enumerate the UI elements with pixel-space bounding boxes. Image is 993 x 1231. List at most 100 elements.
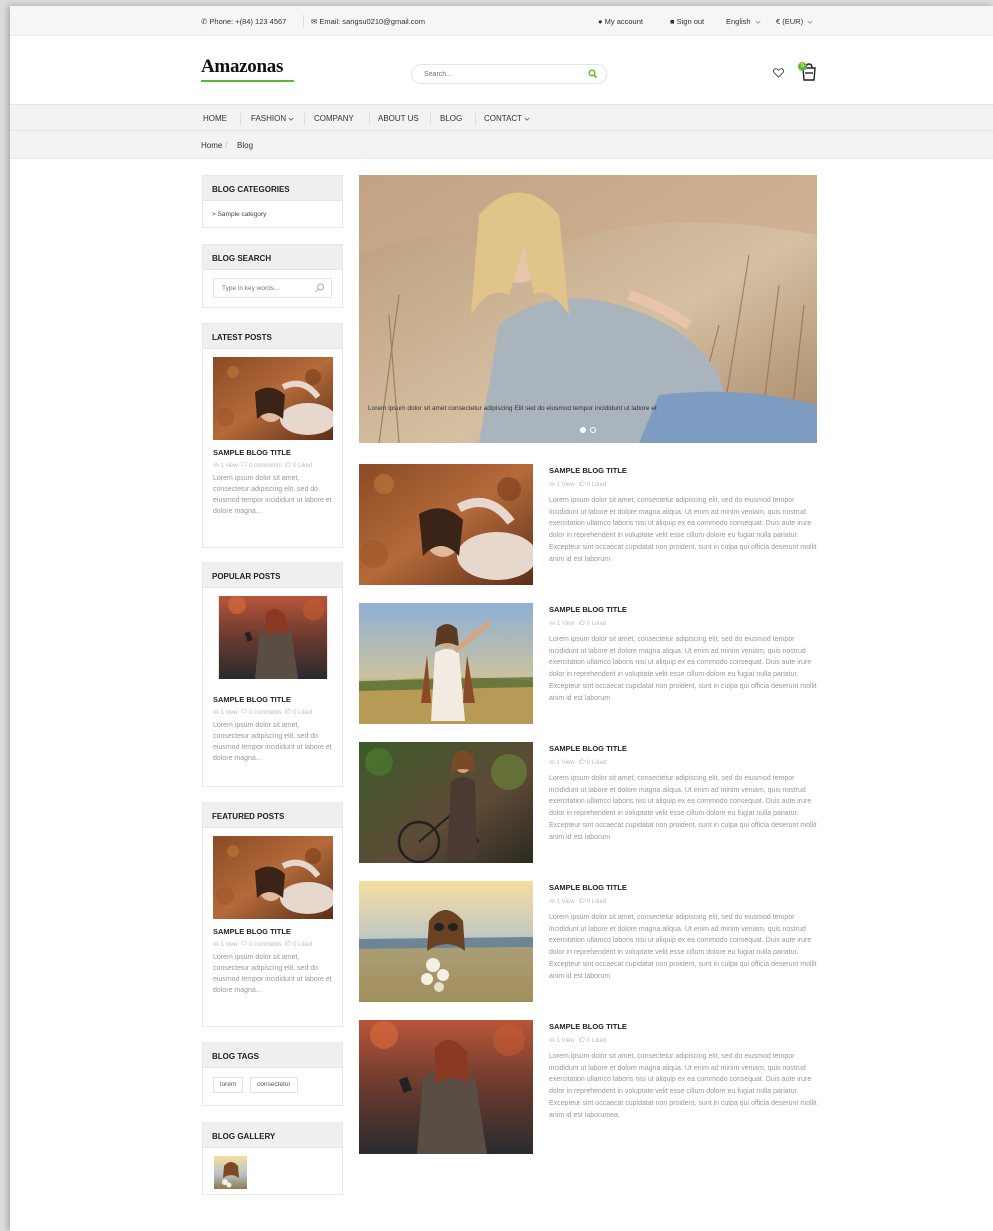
user-icon: ● — [598, 17, 603, 26]
likes-count: 0 Liked — [586, 760, 607, 766]
post-title[interactable]: SAMPLE BLOG TITLE — [213, 448, 291, 457]
views-count: 1 View — [556, 1038, 575, 1044]
post-excerpt: Lorem ipsum dolor sit amet, consectetur … — [549, 497, 817, 563]
popular-post-image[interactable] — [213, 596, 333, 679]
phone-contact[interactable]: ✆ Phone: +(84) 123 4567 — [201, 17, 286, 26]
post-image[interactable] — [359, 881, 533, 1002]
blog-search-input[interactable] — [222, 283, 312, 293]
post-title[interactable]: SAMPLE BLOG TITLE — [549, 466, 627, 475]
post-excerpt: Lorem ipsum dolor sit amet, consectetur … — [549, 775, 817, 841]
post-title[interactable]: SAMPLE BLOG TITLE — [549, 744, 627, 753]
thumb-icon — [579, 897, 585, 903]
language-label: English — [726, 17, 751, 26]
envelope-icon: ✉ — [311, 17, 318, 26]
eye-icon — [549, 760, 555, 764]
gallery-thumbnail[interactable] — [214, 1156, 247, 1189]
slider-caption: Lorem ipsum dolor sit amet consectetur a… — [368, 405, 657, 412]
language-selector[interactable]: English — [726, 17, 761, 26]
thumb-icon — [579, 758, 585, 764]
likes-count: 0 Liked — [586, 482, 607, 488]
eye-icon — [549, 1038, 555, 1042]
breadcrumb-home[interactable]: Home — [201, 141, 222, 150]
chevron-down-icon — [807, 20, 813, 24]
nav-about-us[interactable]: ABOUT US — [378, 114, 419, 123]
eye-icon — [549, 899, 555, 903]
featured-post-image[interactable] — [213, 836, 333, 919]
views-count: 1 View — [556, 899, 575, 905]
likes-count: 0 Liked — [586, 621, 607, 627]
nav-divider — [369, 113, 370, 125]
hero-slider-image[interactable] — [359, 175, 817, 443]
post-meta: 1 View 0 Liked — [549, 619, 606, 627]
category-link[interactable]: > Sample category — [212, 211, 266, 218]
views-count: 1 View — [556, 621, 575, 627]
currency-label: € (EUR) — [776, 17, 804, 26]
breadcrumb: Home / Blog — [10, 131, 993, 159]
views-count: 1 View — [556, 482, 575, 488]
phone-icon: ✆ — [201, 17, 208, 26]
post-title[interactable]: SAMPLE BLOG TITLE — [549, 1022, 627, 1031]
comment-icon — [241, 709, 247, 714]
post-excerpt: Lorem ipsum dolor sit amet, consectetur … — [549, 1053, 817, 1119]
currency-selector[interactable]: € (EUR) — [776, 17, 813, 26]
views-count: 1 View — [556, 760, 575, 766]
nav-divider — [240, 113, 241, 125]
nav-fashion-label: FASHION — [251, 114, 287, 123]
search-icon[interactable] — [315, 283, 325, 293]
nav-contact-label: CONTACT — [484, 114, 522, 123]
post-image[interactable] — [359, 603, 533, 724]
cart-count-badge: 0 — [798, 62, 807, 71]
widget-title: BLOG SEARCH — [203, 245, 342, 270]
post-excerpt: Lorem ipsum dolor sit amet, consectetur … — [213, 722, 332, 762]
email-text: Email: sangsu0210@gmail.com — [319, 17, 425, 26]
email-contact[interactable]: ✉ Email: sangsu0210@gmail.com — [311, 17, 425, 26]
latest-post-image[interactable] — [213, 357, 333, 440]
nav-fashion[interactable]: FASHION — [251, 114, 294, 123]
tag-consectetur[interactable]: consectetur — [250, 1077, 298, 1093]
tag-lorem[interactable]: lorem — [213, 1077, 244, 1093]
comment-icon — [241, 462, 247, 467]
comment-icon — [241, 941, 247, 946]
search-box — [411, 64, 607, 84]
nav-blog[interactable]: BLOG — [440, 114, 462, 123]
chevron-down-icon — [755, 20, 761, 24]
nav-company[interactable]: COMPANY — [314, 114, 354, 123]
heart-icon[interactable] — [773, 68, 784, 78]
logo[interactable]: Amazonas — [201, 56, 283, 78]
lock-icon: ■ — [670, 17, 675, 26]
likes-count: 0 Liked — [293, 942, 313, 948]
phone-text: Phone: +(84) 123 4567 — [209, 17, 287, 26]
post-image[interactable] — [359, 464, 533, 585]
likes-count: 0 Liked — [586, 899, 607, 905]
widget-title: POPULAR POSTS — [203, 563, 342, 588]
views-count: 1 view — [220, 710, 238, 716]
divider — [303, 15, 304, 27]
post-excerpt: Lorem ipsum dolor sit amet, consectetur … — [213, 475, 332, 515]
sign-out-link[interactable]: ■ Sign out — [670, 17, 704, 26]
thumb-icon — [579, 619, 585, 625]
post-title[interactable]: SAMPLE BLOG TITLE — [549, 605, 627, 614]
post-image[interactable] — [359, 742, 533, 863]
likes-count: 0 Liked — [293, 710, 313, 716]
blog-search-widget: BLOG SEARCH — [202, 244, 343, 308]
widget-title: BLOG TAGS — [203, 1043, 342, 1068]
nav-home[interactable]: HOME — [203, 114, 227, 123]
post-title[interactable]: SAMPLE BLOG TITLE — [549, 883, 627, 892]
post-title[interactable]: SAMPLE BLOG TITLE — [213, 695, 291, 704]
post-title[interactable]: SAMPLE BLOG TITLE — [213, 927, 291, 936]
widget-title: BLOG CATEGORIES — [203, 176, 342, 201]
post-image[interactable] — [359, 1020, 533, 1154]
main-nav: HOME FASHION COMPANY ABOUT US BLOG CONTA… — [10, 104, 993, 131]
search-input[interactable] — [424, 68, 574, 80]
my-account-link[interactable]: ● My account — [598, 17, 643, 26]
thumb-icon — [285, 708, 291, 714]
breadcrumb-current: Blog — [237, 141, 254, 150]
blog-tags-widget: BLOG TAGS lorem consectetur — [202, 1042, 343, 1106]
search-icon[interactable] — [588, 69, 598, 79]
featured-posts-widget: FEATURED POSTS SAMPLE BLOG TITLE 1 view … — [202, 802, 343, 1027]
slider-dot-active[interactable] — [580, 427, 586, 433]
slider-dot[interactable] — [590, 427, 596, 433]
nav-contact[interactable]: CONTACT — [484, 114, 530, 123]
post-excerpt: Lorem ipsum dolor sit amet, consectetur … — [213, 954, 332, 994]
widget-title: BLOG GALLERY — [203, 1123, 342, 1148]
